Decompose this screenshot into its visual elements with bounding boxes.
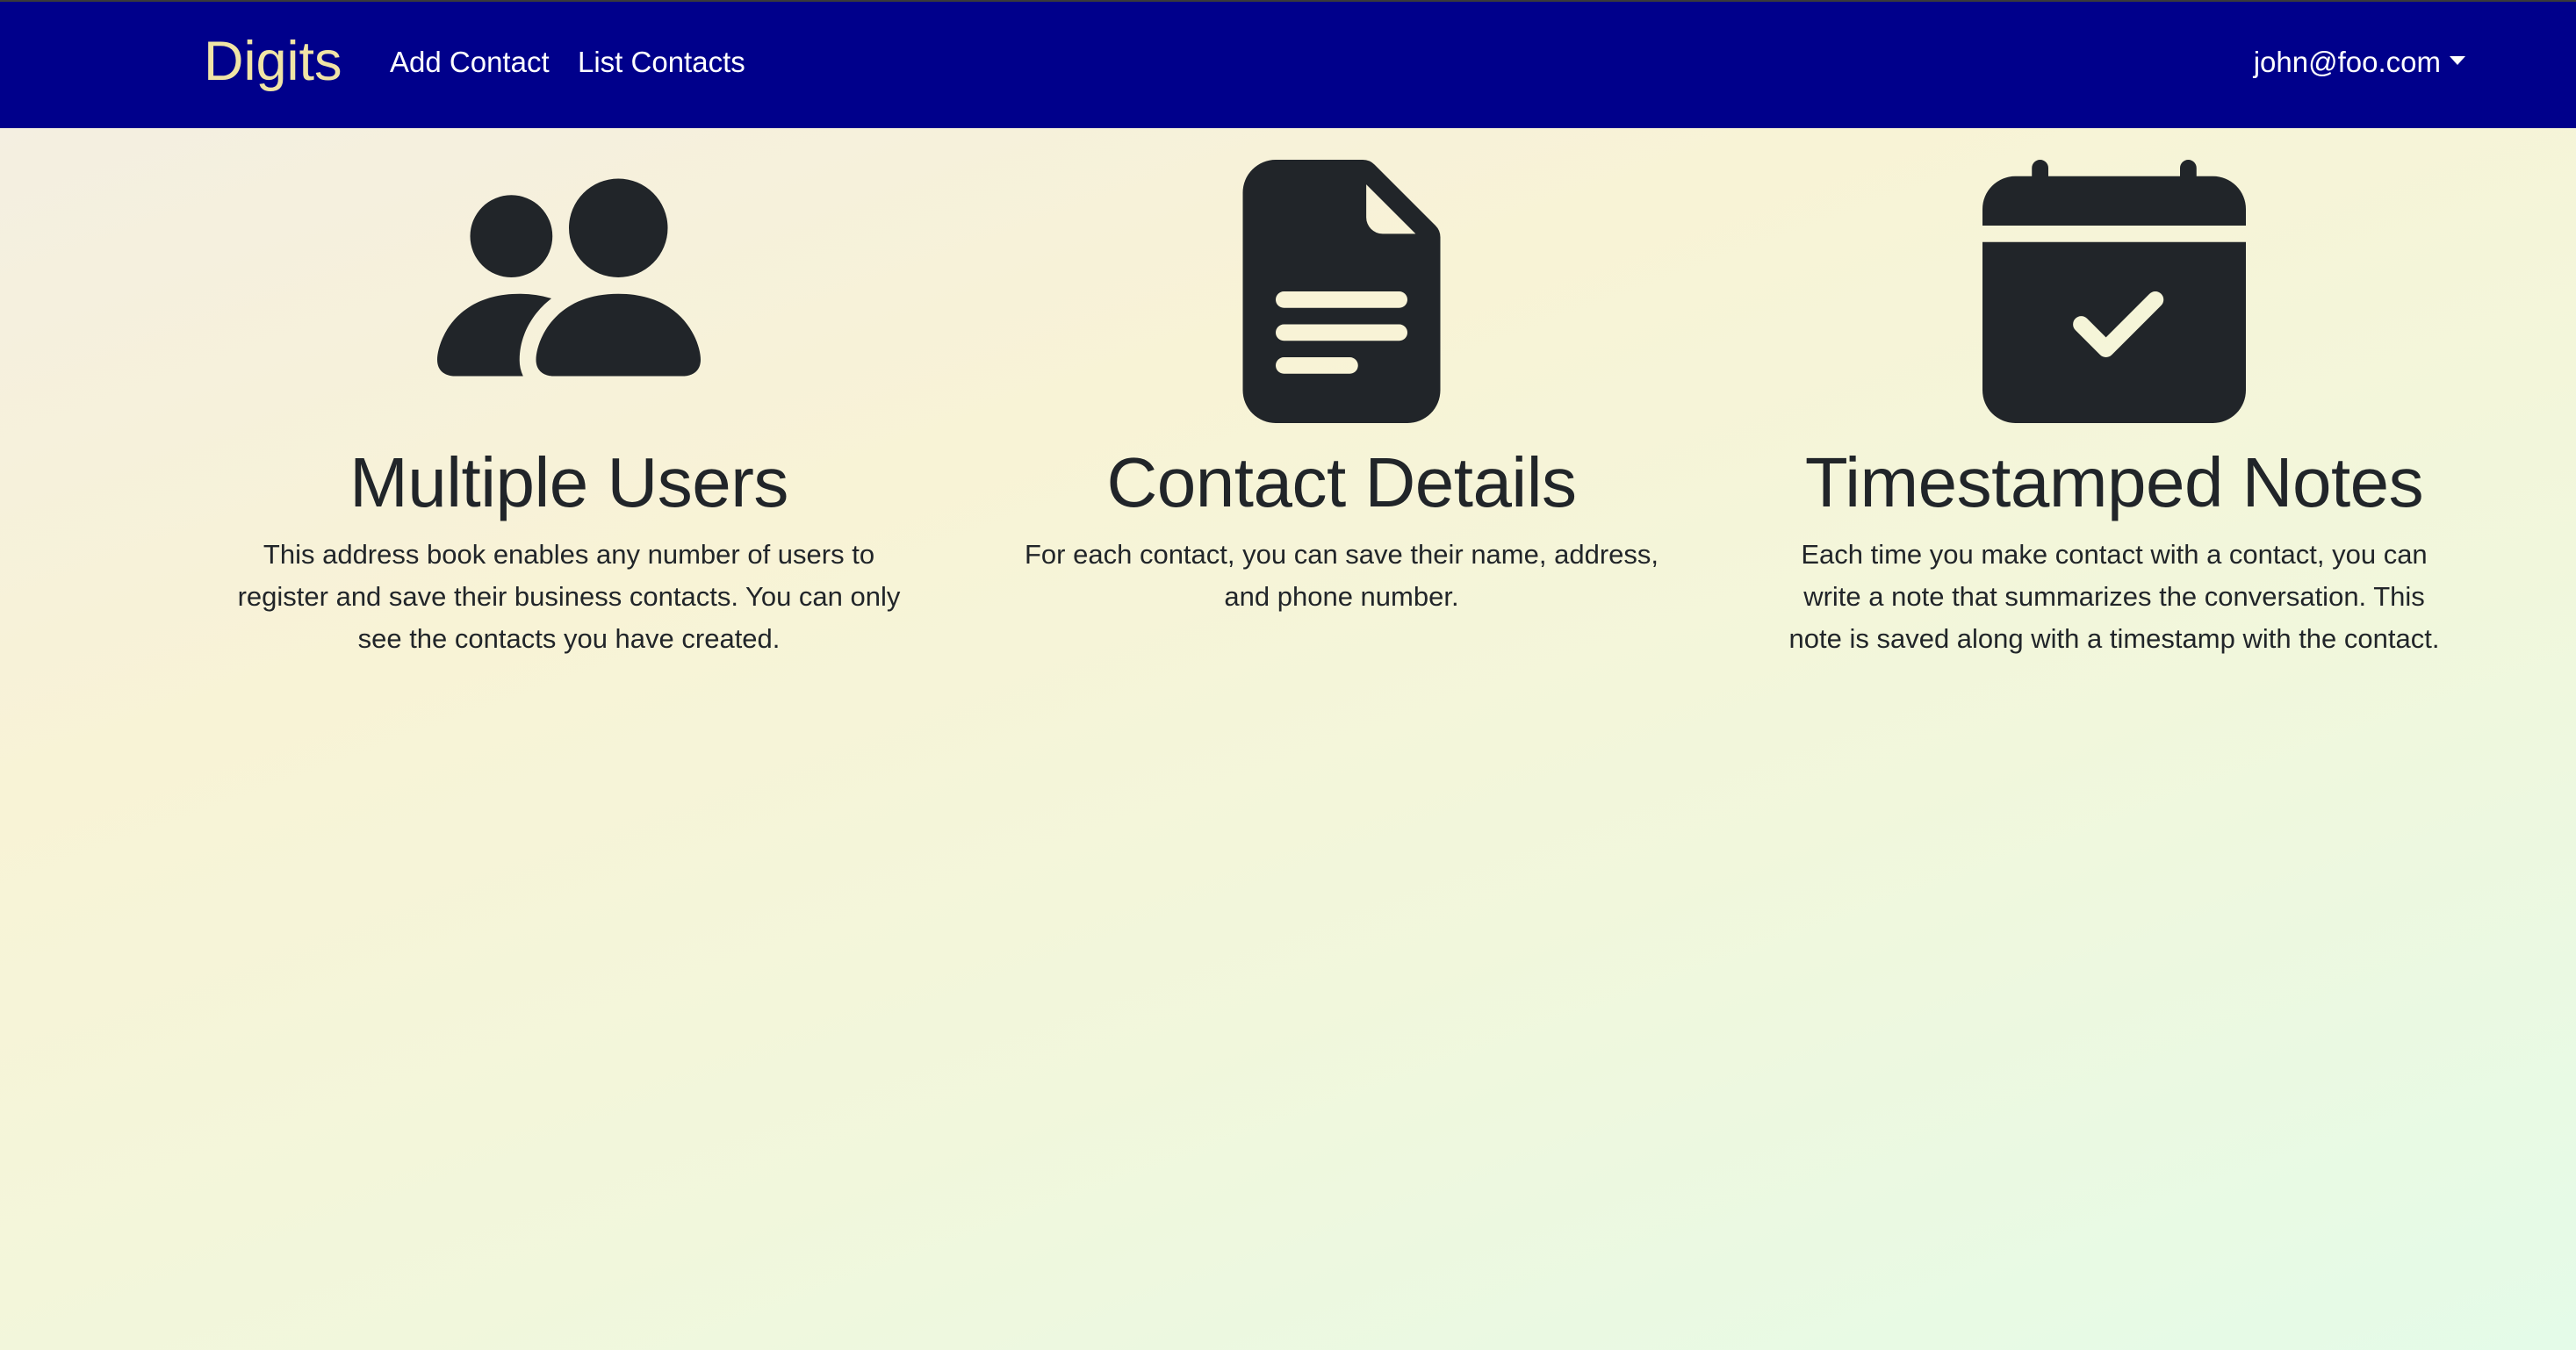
feature-title: Contact Details [1106, 443, 1577, 521]
feature-timestamped-notes: Timestamped Notes Each time you make con… [1772, 160, 2457, 660]
caret-down-icon [2450, 56, 2465, 65]
navbar: Digits Add Contact List Contacts john@fo… [0, 0, 2576, 128]
feature-description: This address book enables any number of … [237, 539, 901, 654]
nav-list-contacts[interactable]: List Contacts [578, 42, 745, 83]
brand-link[interactable]: Digits [204, 25, 342, 98]
feature-contact-details: Contact Details For each contact, you ca… [999, 160, 1684, 618]
feature-multiple-users: Multiple Users This address book enables… [227, 167, 911, 660]
user-dropdown[interactable]: john@foo.com [2254, 42, 2465, 83]
feature-title: Multiple Users [349, 443, 788, 521]
feature-title: Timestamped Notes [1804, 443, 2424, 521]
feature-description: For each contact, you can save their nam… [1025, 539, 1659, 612]
feature-description: Each time you make contact with a contac… [1788, 539, 2440, 654]
file-text-fill-icon [1242, 160, 1441, 423]
calendar-check-fill-icon [1982, 160, 2246, 423]
people-fill-icon [437, 178, 701, 377]
user-email: john@foo.com [2253, 46, 2441, 78]
nav-add-contact[interactable]: Add Contact [390, 42, 550, 83]
